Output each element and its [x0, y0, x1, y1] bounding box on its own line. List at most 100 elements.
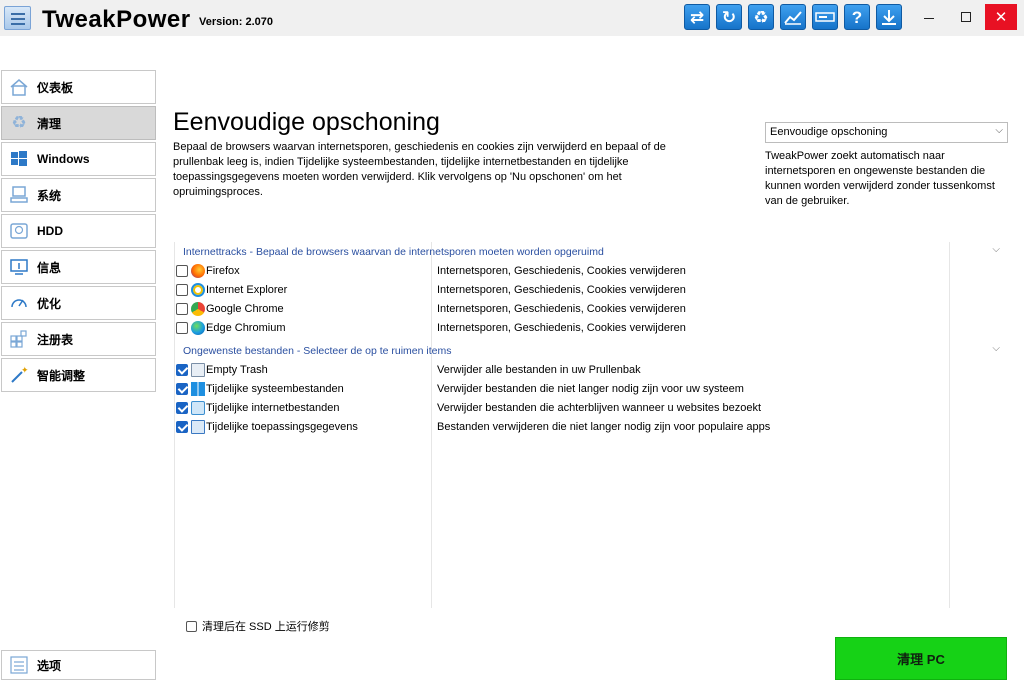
checkbox-temp-internet-files[interactable]: [176, 402, 188, 414]
item-description: Verwijder alle bestanden in uw Prullenba…: [437, 364, 641, 376]
sidebar-item-label: 清理: [37, 116, 62, 131]
internet-files-icon: [191, 401, 205, 415]
sidebar-item-smart-tweak[interactable]: ✦ 智能调整: [1, 358, 156, 392]
title-bar: TweakPower Version: 2.070 ⇄ ↻ ♻ ? ✕: [0, 0, 1024, 36]
item-description: Bestanden verwijderen die niet langer no…: [437, 421, 771, 433]
checkbox-internet-explorer[interactable]: [176, 284, 188, 296]
checkbox-temp-system-files[interactable]: [176, 383, 188, 395]
cleanup-mode-select[interactable]: Eenvoudige opschoning ⌵: [765, 122, 1008, 143]
recycle-icon: ♻: [11, 113, 27, 132]
close-button[interactable]: ✕: [985, 4, 1017, 30]
sidebar-item-label: 仪表板: [37, 80, 74, 95]
ssd-trim-option[interactable]: 清理后在 SSD 上运行修剪: [186, 618, 330, 634]
mode-description: TweakPower zoekt automatisch naar intern…: [765, 150, 995, 207]
chevron-down-icon[interactable]: ⌵: [992, 343, 1000, 354]
maximize-button[interactable]: [950, 4, 982, 30]
page-title: Eenvoudige opschoning: [173, 108, 440, 136]
ssd-trim-checkbox[interactable]: [186, 620, 197, 632]
chrome-icon: [191, 302, 205, 316]
clean-pc-button[interactable]: 清理 PC: [835, 637, 1007, 680]
sidebar-item-label: 智能调整: [37, 368, 86, 383]
redo-icon[interactable]: ↻: [716, 4, 742, 30]
app-version: Version: 2.070: [199, 16, 273, 28]
item-name: Tijdelijke systeembestanden: [206, 383, 344, 395]
item-name: Google Chrome: [206, 303, 284, 315]
chevron-down-icon: ⌵: [995, 125, 1003, 136]
sidebar-item-windows[interactable]: Windows: [1, 142, 156, 176]
item-name: Firefox: [206, 265, 240, 277]
chevron-down-icon[interactable]: ⌵: [992, 244, 1000, 255]
sidebar-item-label: 信息: [37, 260, 62, 275]
sidebar-item-label: 系统: [37, 188, 62, 203]
chart-icon[interactable]: [780, 4, 806, 30]
item-description: Internetsporen, Geschiedenis, Cookies ve…: [437, 265, 686, 277]
ssd-trim-label: 清理后在 SSD 上运行修剪: [202, 621, 330, 633]
windows-icon: [8, 148, 30, 170]
monitor-info-icon: [8, 256, 30, 278]
checkbox-edge-chromium[interactable]: [176, 322, 188, 334]
item-name: Tijdelijke toepassingsgegevens: [206, 421, 358, 433]
sidebar-item-system[interactable]: 系统: [1, 178, 156, 212]
sidebar-item-label: 注册表: [37, 332, 74, 347]
list-item[interactable]: Tijdelijke toepassingsgegevens Bestanden…: [174, 418, 1010, 437]
item-description: Internetsporen, Geschiedenis, Cookies ve…: [437, 303, 686, 315]
item-description: Verwijder bestanden die niet langer nodi…: [437, 383, 744, 395]
drive-icon[interactable]: [812, 4, 838, 30]
help-icon[interactable]: ?: [844, 4, 870, 30]
list-item[interactable]: Firefox Internetsporen, Geschiedenis, Co…: [174, 262, 1010, 281]
item-description: Internetsporen, Geschiedenis, Cookies ve…: [437, 284, 686, 296]
item-description: Internetsporen, Geschiedenis, Cookies ve…: [437, 322, 686, 334]
item-name: Internet Explorer: [206, 284, 288, 296]
list-item[interactable]: Internet Explorer Internetsporen, Geschi…: [174, 281, 1010, 300]
cleanup-mode-value: Eenvoudige opschoning: [770, 126, 888, 138]
group-header-internet-tracks[interactable]: Internettracks - Bepaal de browsers waar…: [183, 246, 604, 258]
item-description: Verwijder bestanden die achterblijven wa…: [437, 402, 762, 414]
list-item[interactable]: Google Chrome Internetsporen, Geschieden…: [174, 300, 1010, 319]
svg-text:✦: ✦: [21, 366, 28, 375]
item-name: Tijdelijke internetbestanden: [206, 402, 340, 414]
sidebar-item-options[interactable]: 选项: [1, 650, 156, 680]
refresh-arrows-icon[interactable]: ⇄: [684, 4, 710, 30]
sidebar-item-dashboard[interactable]: 仪表板: [1, 70, 156, 104]
list-item[interactable]: Tijdelijke systeembestanden Verwijder be…: [174, 380, 1010, 399]
system-icon: [8, 184, 30, 206]
download-icon[interactable]: [876, 4, 902, 30]
sidebar-item-hdd[interactable]: HDD: [1, 214, 156, 248]
home-icon: [8, 76, 30, 98]
list-item[interactable]: Empty Trash Verwijder alle bestanden in …: [174, 361, 1010, 380]
item-name: Edge Chromium: [206, 322, 286, 334]
hamburger-menu-icon[interactable]: [4, 6, 31, 30]
sidebar-item-info[interactable]: 信息: [1, 250, 156, 284]
registry-icon: [8, 328, 30, 350]
hdd-icon: [8, 220, 30, 242]
sidebar-item-label: Windows: [37, 152, 90, 166]
sidebar-item-clean[interactable]: ♻ 清理: [1, 106, 156, 140]
speedometer-icon: [8, 292, 30, 314]
minimize-button[interactable]: [913, 4, 945, 30]
magic-wand-icon: ✦: [8, 364, 30, 386]
list-item[interactable]: Tijdelijke internetbestanden Verwijder b…: [174, 399, 1010, 418]
trash-icon: [191, 363, 205, 377]
sidebar-item-label: HDD: [37, 224, 63, 238]
checkbox-firefox[interactable]: [176, 265, 188, 277]
list-item[interactable]: Edge Chromium Internetsporen, Geschieden…: [174, 319, 1010, 338]
internet-explorer-icon: [191, 283, 205, 297]
group-header-unwanted-files[interactable]: Ongewenste bestanden - Selecteer de op t…: [183, 345, 452, 357]
checkbox-empty-trash[interactable]: [176, 364, 188, 376]
sidebar: 仪表板 ♻ 清理 Windows 系统 HDD 信息 优化 注册表 ✦ 智能调整…: [0, 36, 160, 685]
options-icon: [8, 654, 30, 676]
checkbox-google-chrome[interactable]: [176, 303, 188, 315]
app-title: TweakPower: [42, 6, 191, 33]
sidebar-item-registry[interactable]: 注册表: [1, 322, 156, 356]
item-name: Empty Trash: [206, 364, 268, 376]
sidebar-item-label: 优化: [37, 296, 62, 311]
checkbox-temp-app-data[interactable]: [176, 421, 188, 433]
sidebar-item-label: 选项: [37, 658, 62, 673]
page-description: Bepaal de browsers waarvan internetspore…: [173, 141, 666, 198]
app-data-icon: [191, 420, 205, 434]
sidebar-item-optimize[interactable]: 优化: [1, 286, 156, 320]
recycle-icon[interactable]: ♻: [748, 4, 774, 30]
edge-icon: [191, 321, 205, 335]
windows-icon: [191, 382, 205, 396]
cleanup-items-list: Internettracks - Bepaal de browsers waar…: [174, 242, 1010, 608]
